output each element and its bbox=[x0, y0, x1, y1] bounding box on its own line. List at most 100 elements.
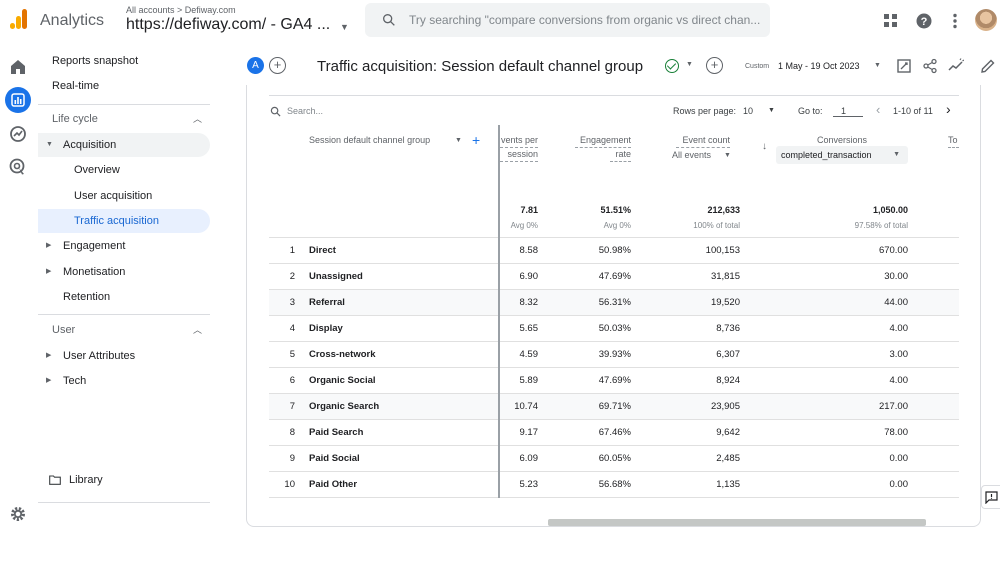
table-divider bbox=[269, 95, 959, 96]
table-row[interactable]: 4 Display 5.65 50.03% 8,736 4.00 bbox=[269, 315, 959, 341]
nav-reports-snapshot[interactable]: Reports snapshot bbox=[38, 49, 210, 73]
rows-dropdown-icon[interactable]: ▼ bbox=[768, 102, 775, 120]
account-breadcrumb[interactable]: All accounts > Defiway.com bbox=[126, 5, 236, 15]
table-row[interactable]: 8 Paid Search 9.17 67.46% 9,642 78.00 bbox=[269, 419, 959, 445]
horizontal-scrollbar[interactable] bbox=[548, 519, 926, 526]
add-dimension-icon[interactable]: + bbox=[472, 132, 480, 148]
comparison-chip[interactable]: A bbox=[247, 57, 264, 74]
nav-realtime[interactable]: Real-time bbox=[38, 74, 210, 98]
edit-icon[interactable] bbox=[980, 58, 996, 74]
total-events-per-session: 7.81 bbox=[520, 205, 538, 215]
help-icon[interactable]: ? bbox=[915, 12, 933, 30]
event-count-cell: 19,520 bbox=[710, 297, 740, 308]
nav-label: Retention bbox=[63, 291, 111, 303]
col-header-event-count[interactable]: Event count bbox=[676, 133, 730, 148]
date-dropdown-icon[interactable]: ▼ bbox=[874, 62, 881, 69]
dimension-header[interactable]: Session default channel group bbox=[309, 135, 430, 145]
insights-icon[interactable] bbox=[948, 58, 964, 74]
add-comparison-icon[interactable]: + bbox=[269, 57, 286, 74]
nav-section-user[interactable]: User ︿ bbox=[38, 318, 210, 342]
table-row[interactable]: 6 Organic Social 5.89 47.69% 8,924 4.00 bbox=[269, 367, 959, 393]
nav-user-attributes[interactable]: ▶ User Attributes bbox=[38, 344, 210, 368]
share-icon[interactable] bbox=[922, 58, 938, 74]
caret-right-icon: ▶ bbox=[46, 268, 52, 275]
check-circle-icon[interactable] bbox=[665, 59, 679, 73]
nav-user-acquisition[interactable]: User acquisition bbox=[38, 184, 210, 208]
report-header: A + Traffic acquisition: Session default… bbox=[240, 50, 1000, 84]
prev-page-icon[interactable]: ‹ bbox=[876, 101, 880, 119]
analytics-logo-icon[interactable] bbox=[8, 9, 28, 31]
table-row[interactable]: 5 Cross-network 4.59 39.93% 6,307 3.00 bbox=[269, 341, 959, 367]
total-conversions: 1,050.00 bbox=[872, 205, 908, 215]
nav-library[interactable]: Library bbox=[38, 468, 210, 492]
channel-name[interactable]: Direct bbox=[309, 238, 336, 264]
event-count-cell: 2,485 bbox=[716, 453, 740, 464]
engagement-rate-cell: 47.69% bbox=[598, 271, 631, 282]
nav-engagement[interactable]: ▶ Engagement bbox=[38, 234, 210, 258]
channel-name[interactable]: Organic Search bbox=[309, 394, 379, 420]
channel-name[interactable]: Paid Other bbox=[309, 472, 357, 498]
channel-name[interactable]: Paid Social bbox=[309, 446, 360, 472]
nav-traffic-acquisition[interactable]: Traffic acquisition bbox=[38, 209, 210, 233]
nav-monetisation[interactable]: ▶ Monetisation bbox=[38, 260, 210, 284]
events-per-session-cell: 10.74 bbox=[514, 401, 538, 412]
date-range-picker[interactable]: 1 May - 19 Oct 2023 bbox=[778, 61, 860, 71]
row-number: 4 bbox=[289, 323, 295, 334]
property-dropdown-icon[interactable]: ▼ bbox=[340, 22, 349, 32]
more-vert-icon[interactable] bbox=[946, 12, 964, 30]
rows-per-page-select[interactable]: 10 bbox=[743, 102, 753, 120]
frozen-column-divider[interactable] bbox=[498, 125, 500, 498]
advertising-icon[interactable] bbox=[8, 157, 28, 177]
table-row[interactable]: 9 Paid Social 6.09 60.05% 2,485 0.00 bbox=[269, 445, 959, 471]
event-count-cell: 9,642 bbox=[716, 427, 740, 438]
col-header-engagement-rate-2[interactable]: rate bbox=[610, 147, 631, 162]
settings-icon[interactable] bbox=[8, 504, 28, 524]
apps-grid-icon[interactable] bbox=[882, 12, 900, 30]
channel-name[interactable]: Unassigned bbox=[309, 264, 363, 290]
home-icon[interactable] bbox=[8, 57, 28, 77]
search-bar[interactable]: Try searching "compare conversions from … bbox=[365, 3, 770, 37]
property-selector[interactable]: https://defiway.com/ - GA4 ... bbox=[126, 16, 330, 34]
event-filter-dropdown-icon[interactable]: ▼ bbox=[724, 149, 731, 163]
table-row[interactable]: 1 Direct 8.58 50.98% 100,153 670.00 bbox=[269, 237, 959, 263]
channel-name[interactable]: Cross-network bbox=[309, 342, 376, 368]
dropdown-icon: ▼ bbox=[893, 151, 900, 158]
next-page-icon[interactable]: › bbox=[946, 100, 951, 118]
col-header-events-per-session[interactable]: vents per bbox=[500, 133, 538, 148]
table-row[interactable]: 2 Unassigned 6.90 47.69% 31,815 30.00 bbox=[269, 263, 959, 289]
user-avatar[interactable] bbox=[975, 9, 997, 31]
nav-acquisition[interactable]: ▼ Acquisition bbox=[38, 133, 210, 157]
reports-icon[interactable] bbox=[5, 87, 31, 113]
col-header-engagement-rate[interactable]: Engagement bbox=[575, 133, 631, 148]
goto-input[interactable]: 1 bbox=[841, 102, 846, 120]
event-count-cell: 100,153 bbox=[705, 245, 740, 256]
table-search-input[interactable]: Search... bbox=[287, 102, 323, 120]
channel-name[interactable]: Referral bbox=[309, 290, 345, 316]
page-title: Traffic acquisition: Session default cha… bbox=[317, 58, 644, 75]
table-row[interactable]: 10 Paid Other 5.23 56.68% 1,135 0.00 bbox=[269, 471, 959, 497]
col-header-truncated[interactable]: To bbox=[948, 133, 959, 148]
nav-label: Engagement bbox=[63, 240, 126, 252]
conversion-event-select[interactable]: completed_transaction ▼ bbox=[776, 146, 908, 164]
feedback-button[interactable] bbox=[981, 485, 1000, 509]
event-filter-select[interactable]: All events bbox=[672, 148, 711, 162]
channel-name[interactable]: Display bbox=[309, 316, 343, 342]
status-dropdown-icon[interactable]: ▼ bbox=[686, 61, 693, 68]
channel-name[interactable]: Paid Search bbox=[309, 420, 363, 446]
table-row[interactable]: 3 Referral 8.32 56.31% 19,520 44.00 bbox=[269, 289, 959, 315]
channel-name[interactable]: Organic Social bbox=[309, 368, 376, 394]
nav-tech[interactable]: ▶ Tech bbox=[38, 369, 210, 393]
nav-section-lifecycle[interactable]: Life cycle ︿ bbox=[38, 107, 210, 131]
conversions-cell: 3.00 bbox=[889, 349, 909, 360]
table-row[interactable]: 7 Organic Search 10.74 69.71% 23,905 217… bbox=[269, 393, 959, 419]
explore-icon[interactable] bbox=[8, 124, 28, 144]
customize-report-icon[interactable] bbox=[896, 58, 912, 74]
nav-overview[interactable]: Overview bbox=[38, 158, 210, 182]
sort-descending-icon[interactable]: ↓ bbox=[762, 140, 767, 154]
add-filter-icon[interactable]: + bbox=[706, 57, 723, 74]
total-engagement-rate-sub: Avg 0% bbox=[603, 221, 631, 230]
col-header-events-per-session-2[interactable]: session bbox=[500, 147, 538, 162]
nav-retention[interactable]: Retention bbox=[38, 285, 210, 309]
caret-right-icon: ▶ bbox=[46, 242, 52, 249]
dimension-dropdown-icon[interactable]: ▼ bbox=[455, 137, 462, 144]
